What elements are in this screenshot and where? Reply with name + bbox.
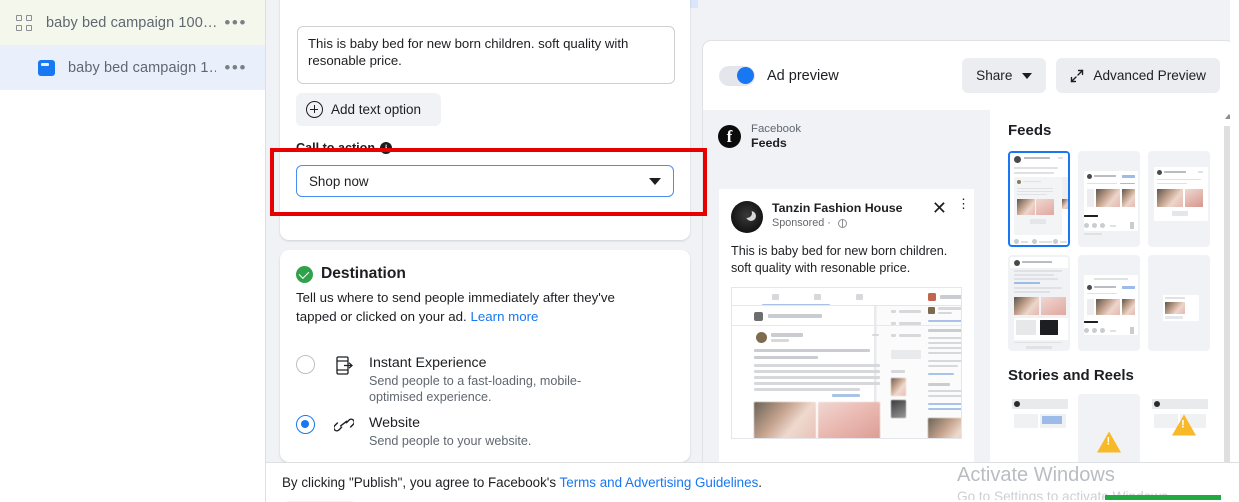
platform-header: f Facebook Feeds [703,110,990,150]
post-creative-image [731,287,962,439]
plus-icon [306,101,323,118]
advanced-preview-label: Advanced Preview [1093,68,1206,83]
option-title: Instant Experience [369,355,487,371]
preview-card: Ad preview Share Advanced Preview f Face… [702,40,1235,462]
post-header: Tanzin Fashion House Sponsored · ✕ ⋮ [719,189,974,233]
feeds-thumb-1[interactable] [1008,151,1070,247]
feeds-thumb-2[interactable] [1078,151,1140,247]
instant-experience-icon [333,356,355,375]
agreement-suffix: . [758,475,763,490]
share-button[interactable]: Share [962,58,1047,93]
stories-thumb-3[interactable] [1148,394,1210,462]
stories-thumbnail-grid [990,384,1234,462]
option-title: Website [369,415,420,431]
learn-more-link[interactable]: Learn more [470,309,538,324]
option-subtitle: Send people to a fast-loading, mobile-op… [369,374,582,404]
check-circle-icon [296,265,313,283]
feeds-thumb-4[interactable] [1008,255,1070,351]
panel-right-edge [1230,0,1239,462]
destination-header: Destination [296,265,406,283]
close-icon[interactable]: ✕ [932,199,947,217]
post-body-text: This is baby bed for new born children. … [731,244,948,275]
call-to-action-select[interactable]: Shop now [296,165,674,197]
expand-icon [1070,69,1084,83]
feeds-thumbnail-grid [990,139,1234,351]
section-title-stories-and-reels: Stories and Reels [1008,367,1134,384]
post-card-top-spacer [719,167,974,189]
sidebar-item-menu-button[interactable]: ••• [216,59,255,76]
call-to-action-label-text: Call to action [296,141,376,155]
facebook-icon: f [718,125,741,148]
agreement-text: By clicking "Publish", you agree to Face… [282,475,762,490]
sidebar-item-label: baby bed campaign 100… [46,14,217,31]
preview-body: f Facebook Feeds Tanzin Fashion House Sp… [703,110,1234,462]
destination-description: Tell us where to send people immediately… [296,288,636,326]
placement-list: Feeds Stories and Reels ! ! [990,110,1234,462]
chevron-down-icon [1022,72,1033,79]
warning-icon [1097,431,1121,453]
footer-bar: By clicking "Publish", you agree to Face… [266,462,1239,502]
warning-icon [1171,414,1196,436]
page-name: Tanzin Fashion House [772,201,903,215]
destination-description-text: Tell us where to send people immediately… [296,290,615,324]
placement-name: Feeds [751,136,787,150]
link-icon [333,416,355,434]
ad-preview-label: Ad preview [767,67,839,84]
sidebar-item-menu-button[interactable]: ••• [216,14,255,31]
agreement-prefix: By clicking "Publish", you agree to Face… [282,475,560,490]
sidebar-item-campaign[interactable]: baby bed campaign 100… ••• [0,0,265,45]
ad-preview-panel: Ad preview Share Advanced Preview f Face… [698,0,1239,462]
info-icon[interactable]: i [380,142,393,154]
destination-title: Destination [321,265,406,282]
grid-icon [14,13,34,33]
sponsored-label: Sponsored [772,217,825,229]
share-button-label: Share [976,68,1013,83]
advanced-preview-button[interactable]: Advanced Preview [1056,58,1220,93]
post-identity: Tanzin Fashion House Sponsored · [772,201,932,230]
radio-instant-experience[interactable] [296,355,315,374]
adset-icon [36,58,56,78]
avatar [731,201,763,233]
option-subtitle: Send people to your website. [369,434,532,448]
sponsored-line: Sponsored · [772,216,932,230]
destination-option-website[interactable]: Website Send people to your website. [296,414,627,449]
website-text: Website Send people to your website. [369,414,627,449]
chevron-down-icon [649,177,661,185]
globe-icon [837,218,847,228]
separator-dot: · [827,217,831,229]
facebook-post-card: Tanzin Fashion House Sponsored · ✕ ⋮ Thi… [719,167,974,462]
preview-toolbar: Ad preview Share Advanced Preview [703,41,1234,110]
kebab-menu-icon[interactable]: ⋮ [957,197,970,210]
call-to-action-label: Call to action i [296,141,393,155]
stories-thumb-2[interactable] [1078,394,1140,462]
post-preview: f Facebook Feeds Tanzin Fashion House Sp… [703,110,990,462]
platform-name: Facebook [751,123,802,135]
add-text-option-label: Add text option [331,102,422,117]
section-title-feeds: Feeds [1008,122,1052,139]
primary-text-input[interactable]: This is baby bed for new born children. … [297,26,675,84]
feeds-thumb-6[interactable] [1148,255,1210,351]
add-text-option-button[interactable]: Add text option [296,93,441,126]
feeds-thumb-5[interactable] [1078,255,1140,351]
sidebar-item-label: baby bed campaign 1… [68,59,217,76]
instant-experience-text: Instant Experience Send people to a fast… [369,354,627,405]
feeds-thumb-3[interactable] [1148,151,1210,247]
stories-thumb-1[interactable] [1008,394,1070,462]
radio-website[interactable] [296,415,315,434]
moon-icon [742,208,752,218]
call-to-action-value: Shop now [309,173,369,189]
ad-preview-toggle[interactable] [719,65,755,86]
terms-link[interactable]: Terms and Advertising Guidelines [560,475,759,490]
app-window: baby bed campaign 100… ••• baby bed camp… [0,0,1239,502]
campaign-sidebar: baby bed campaign 100… ••• baby bed camp… [0,0,266,502]
sidebar-item-adset[interactable]: baby bed campaign 1… ••• [0,45,265,90]
destination-option-instant-experience[interactable]: Instant Experience Send people to a fast… [296,354,627,405]
